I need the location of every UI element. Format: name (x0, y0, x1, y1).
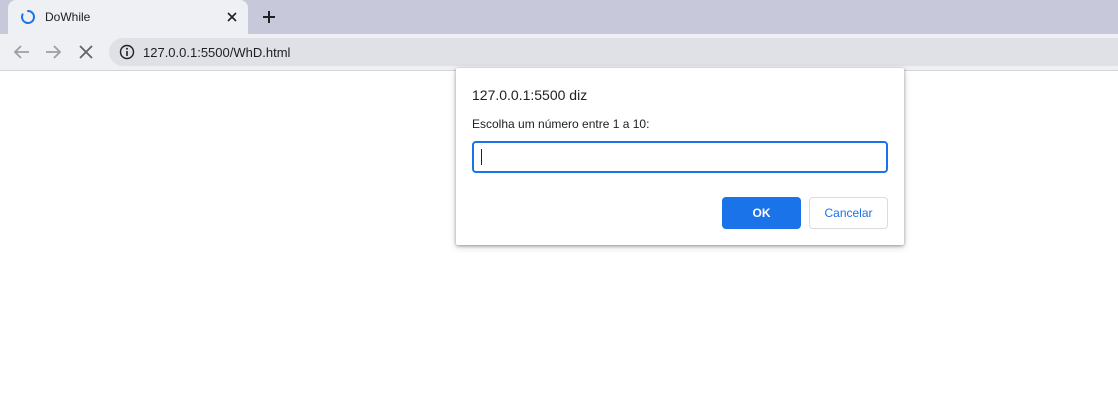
back-arrow-icon (13, 45, 29, 59)
tab-title: DoWhile (45, 10, 91, 24)
url-text: 127.0.0.1:5500/WhD.html (143, 45, 291, 60)
forward-arrow-icon (46, 45, 62, 59)
back-button[interactable] (12, 42, 32, 62)
forward-button[interactable] (43, 42, 63, 62)
close-icon[interactable] (224, 9, 240, 25)
tab-strip: DoWhile (0, 0, 1118, 34)
prompt-dialog: 127.0.0.1:5500 diz Escolha um número ent… (456, 68, 904, 245)
info-icon[interactable] (119, 44, 135, 60)
browser-toolbar: 127.0.0.1:5500/WhD.html (0, 34, 1118, 71)
dialog-message: Escolha um número entre 1 a 10: (472, 117, 650, 131)
tab-dowhile[interactable]: DoWhile (8, 0, 248, 34)
loading-spinner-icon (20, 9, 36, 25)
new-tab-button[interactable] (260, 8, 278, 26)
prompt-input[interactable] (472, 141, 888, 173)
dialog-title: 127.0.0.1:5500 diz (472, 87, 588, 103)
stop-button[interactable] (76, 42, 96, 62)
plus-icon (263, 11, 275, 23)
ok-button[interactable]: OK (722, 197, 801, 229)
text-cursor (481, 149, 482, 165)
stop-icon (79, 45, 93, 59)
cancel-button[interactable]: Cancelar (809, 197, 888, 229)
address-bar[interactable]: 127.0.0.1:5500/WhD.html (109, 38, 1118, 66)
